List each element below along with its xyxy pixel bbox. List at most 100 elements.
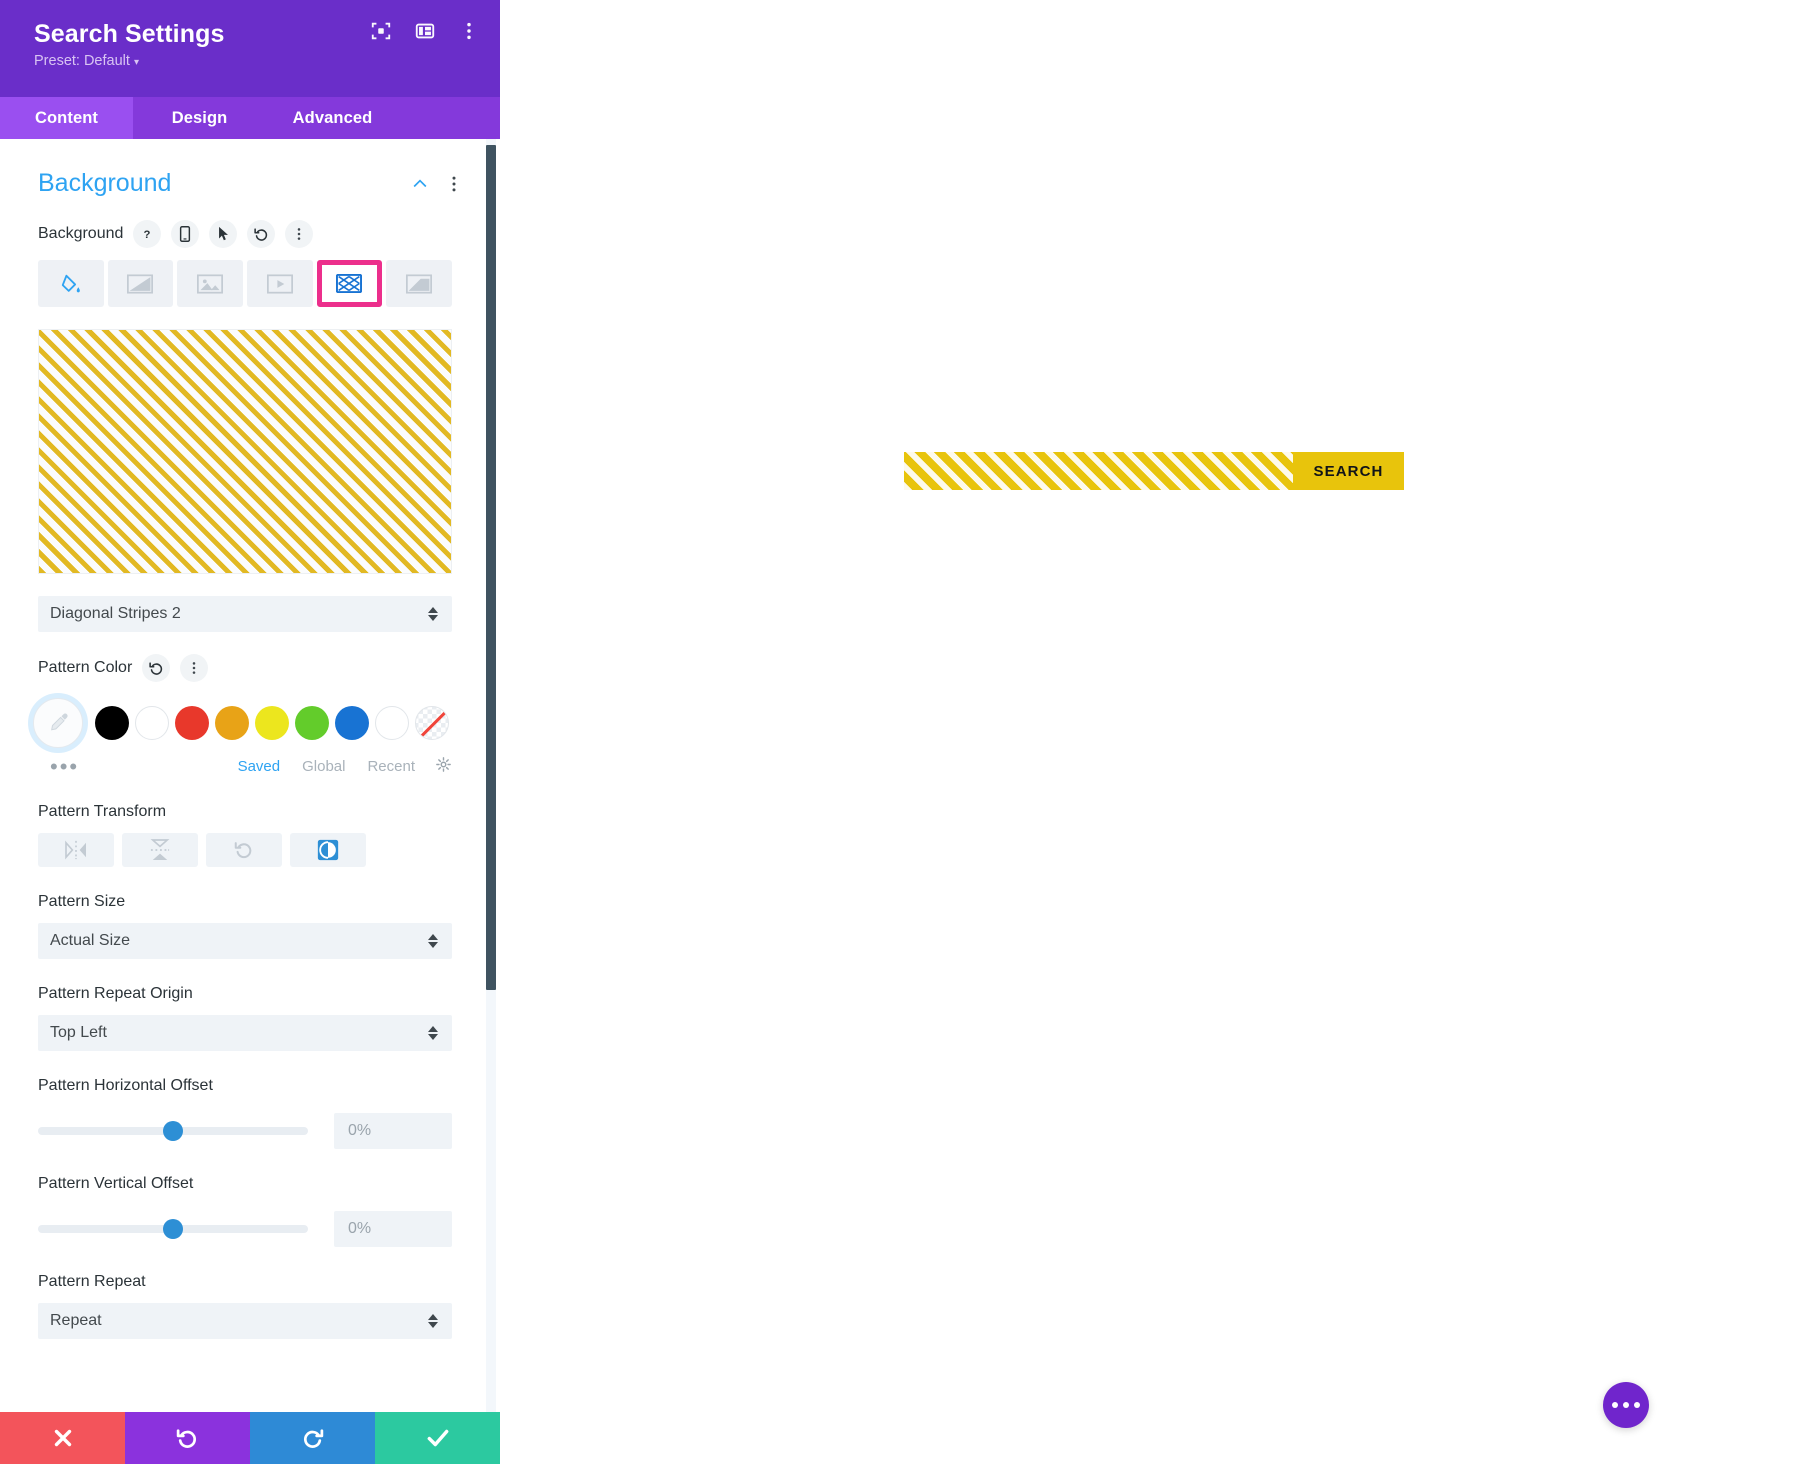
search-settings-panel: Search Settings Preset: Default ▾ Conten… bbox=[0, 0, 500, 1464]
swatch-green[interactable] bbox=[295, 706, 329, 740]
kebab-menu-icon[interactable] bbox=[458, 20, 480, 42]
kebab-menu-icon[interactable] bbox=[180, 654, 209, 682]
rotate-button[interactable] bbox=[206, 833, 282, 867]
panel-action-bar bbox=[0, 1412, 500, 1464]
pattern-size-value: Actual Size bbox=[50, 932, 131, 949]
swatch-orange[interactable] bbox=[215, 706, 249, 740]
swatch-empty[interactable] bbox=[375, 706, 409, 740]
invert-button[interactable] bbox=[290, 833, 366, 867]
pattern-repeat-value: Repeat bbox=[50, 1312, 102, 1329]
tab-advanced[interactable]: Advanced bbox=[266, 97, 399, 139]
focus-icon[interactable] bbox=[370, 20, 392, 42]
svg-text:?: ? bbox=[144, 229, 151, 241]
gear-icon[interactable] bbox=[435, 756, 452, 777]
background-field-label-row: Background ? bbox=[0, 198, 490, 248]
preset-label: Preset: Default bbox=[34, 52, 130, 69]
swatch-yellow[interactable] bbox=[255, 706, 289, 740]
tab-content[interactable]: Content bbox=[0, 97, 133, 139]
stepper-arrows-icon bbox=[428, 934, 438, 948]
swatch-black[interactable] bbox=[95, 706, 129, 740]
undo-button[interactable] bbox=[125, 1412, 250, 1464]
pattern-horizontal-offset-label: Pattern Horizontal Offset bbox=[38, 1077, 213, 1094]
slider-knob[interactable] bbox=[163, 1121, 183, 1141]
background-label: Background bbox=[38, 225, 124, 242]
pattern-transform-buttons bbox=[0, 821, 490, 867]
pattern-repeat-select[interactable]: Repeat bbox=[38, 1303, 452, 1339]
save-button[interactable] bbox=[375, 1412, 500, 1464]
flip-horizontal-button[interactable] bbox=[38, 833, 114, 867]
pattern-size-select[interactable]: Actual Size bbox=[38, 923, 452, 959]
stepper-arrows-icon bbox=[428, 1026, 438, 1040]
pattern-style-select[interactable]: Diagonal Stripes 2 bbox=[38, 596, 452, 632]
hover-cursor-icon[interactable] bbox=[209, 220, 238, 248]
pattern-transform-label: Pattern Transform bbox=[38, 803, 167, 820]
pattern-preview bbox=[38, 329, 452, 574]
layout-split-icon[interactable] bbox=[414, 20, 436, 42]
pattern-color-swatches bbox=[0, 682, 490, 748]
color-tab-recent[interactable]: Recent bbox=[367, 758, 415, 775]
swatch-red[interactable] bbox=[175, 706, 209, 740]
pattern-horizontal-offset-slider[interactable] bbox=[38, 1121, 308, 1141]
background-pattern-tab[interactable] bbox=[316, 260, 383, 307]
search-submit-button[interactable]: SEARCH bbox=[1293, 452, 1404, 490]
kebab-menu-icon[interactable] bbox=[444, 174, 464, 194]
eyedropper-icon[interactable] bbox=[33, 698, 83, 748]
color-tab-global[interactable]: Global bbox=[302, 758, 345, 775]
preset-selector[interactable]: Preset: Default ▾ bbox=[34, 53, 478, 69]
color-tab-saved[interactable]: Saved bbox=[238, 758, 281, 775]
background-image-tab[interactable] bbox=[177, 260, 243, 307]
screen-root: Search Settings Preset: Default ▾ Conten… bbox=[0, 0, 1800, 1464]
pattern-horizontal-offset-input[interactable]: 0% bbox=[334, 1113, 452, 1149]
reset-icon[interactable] bbox=[142, 654, 171, 682]
flip-vertical-button[interactable] bbox=[122, 833, 198, 867]
check-icon bbox=[427, 1429, 448, 1447]
redo-icon bbox=[304, 1428, 324, 1448]
help-icon[interactable]: ? bbox=[133, 220, 162, 248]
close-icon bbox=[54, 1429, 71, 1447]
background-mask-tab[interactable] bbox=[386, 260, 452, 307]
pattern-repeat-origin-select[interactable]: Top Left bbox=[38, 1015, 452, 1051]
background-gradient-tab[interactable] bbox=[107, 260, 174, 307]
panel-header: Search Settings Preset: Default ▾ bbox=[0, 0, 500, 97]
header-icon-group bbox=[370, 20, 480, 42]
pattern-color-label: Pattern Color bbox=[38, 659, 133, 676]
more-colors-button[interactable]: ••• bbox=[50, 755, 216, 777]
page-settings-fab[interactable] bbox=[1603, 1382, 1649, 1428]
background-section-header: Background bbox=[0, 139, 490, 198]
stepper-arrows-icon bbox=[428, 1314, 438, 1328]
panel-tabs: Content Design Advanced bbox=[0, 97, 500, 139]
panel-body: Background Background ? Diagonal Stripes… bbox=[0, 139, 500, 1412]
reset-icon[interactable] bbox=[247, 220, 276, 248]
ellipsis-icon bbox=[1623, 1402, 1629, 1408]
search-input[interactable] bbox=[904, 452, 1293, 490]
pattern-repeat-label: Pattern Repeat bbox=[38, 1273, 146, 1290]
tab-design[interactable]: Design bbox=[133, 97, 266, 139]
pattern-vertical-offset-value: 0% bbox=[348, 1220, 372, 1237]
background-color-tab[interactable] bbox=[38, 260, 104, 307]
pattern-vertical-offset-input[interactable]: 0% bbox=[334, 1211, 452, 1247]
ellipsis-icon bbox=[1612, 1402, 1618, 1408]
pattern-vertical-offset-label: Pattern Vertical Offset bbox=[38, 1175, 194, 1192]
pattern-size-label: Pattern Size bbox=[38, 893, 126, 910]
swatch-transparent[interactable] bbox=[415, 706, 449, 740]
panel-scroll-area: Background Background ? Diagonal Stripes… bbox=[0, 139, 490, 1412]
kebab-menu-icon[interactable] bbox=[285, 220, 314, 248]
chevron-up-icon[interactable] bbox=[410, 174, 430, 194]
pattern-repeat-origin-value: Top Left bbox=[50, 1024, 107, 1041]
swatch-blue[interactable] bbox=[335, 706, 369, 740]
slider-knob[interactable] bbox=[163, 1219, 183, 1239]
chevron-down-icon: ▾ bbox=[133, 56, 139, 68]
redo-button[interactable] bbox=[250, 1412, 375, 1464]
page-canvas: SEARCH bbox=[500, 0, 1800, 1464]
pattern-vertical-offset-row: 0% bbox=[0, 1193, 490, 1247]
section-title: Background bbox=[38, 169, 172, 197]
pattern-style-value: Diagonal Stripes 2 bbox=[50, 605, 181, 622]
pattern-horizontal-offset-value: 0% bbox=[348, 1122, 372, 1139]
pattern-vertical-offset-slider[interactable] bbox=[38, 1219, 308, 1239]
swatch-white[interactable] bbox=[135, 706, 169, 740]
background-video-tab[interactable] bbox=[246, 260, 313, 307]
responsive-phone-icon[interactable] bbox=[171, 220, 200, 248]
pattern-color-label-row: Pattern Color bbox=[0, 632, 490, 682]
cancel-button[interactable] bbox=[0, 1412, 125, 1464]
stepper-arrows-icon bbox=[428, 607, 438, 621]
